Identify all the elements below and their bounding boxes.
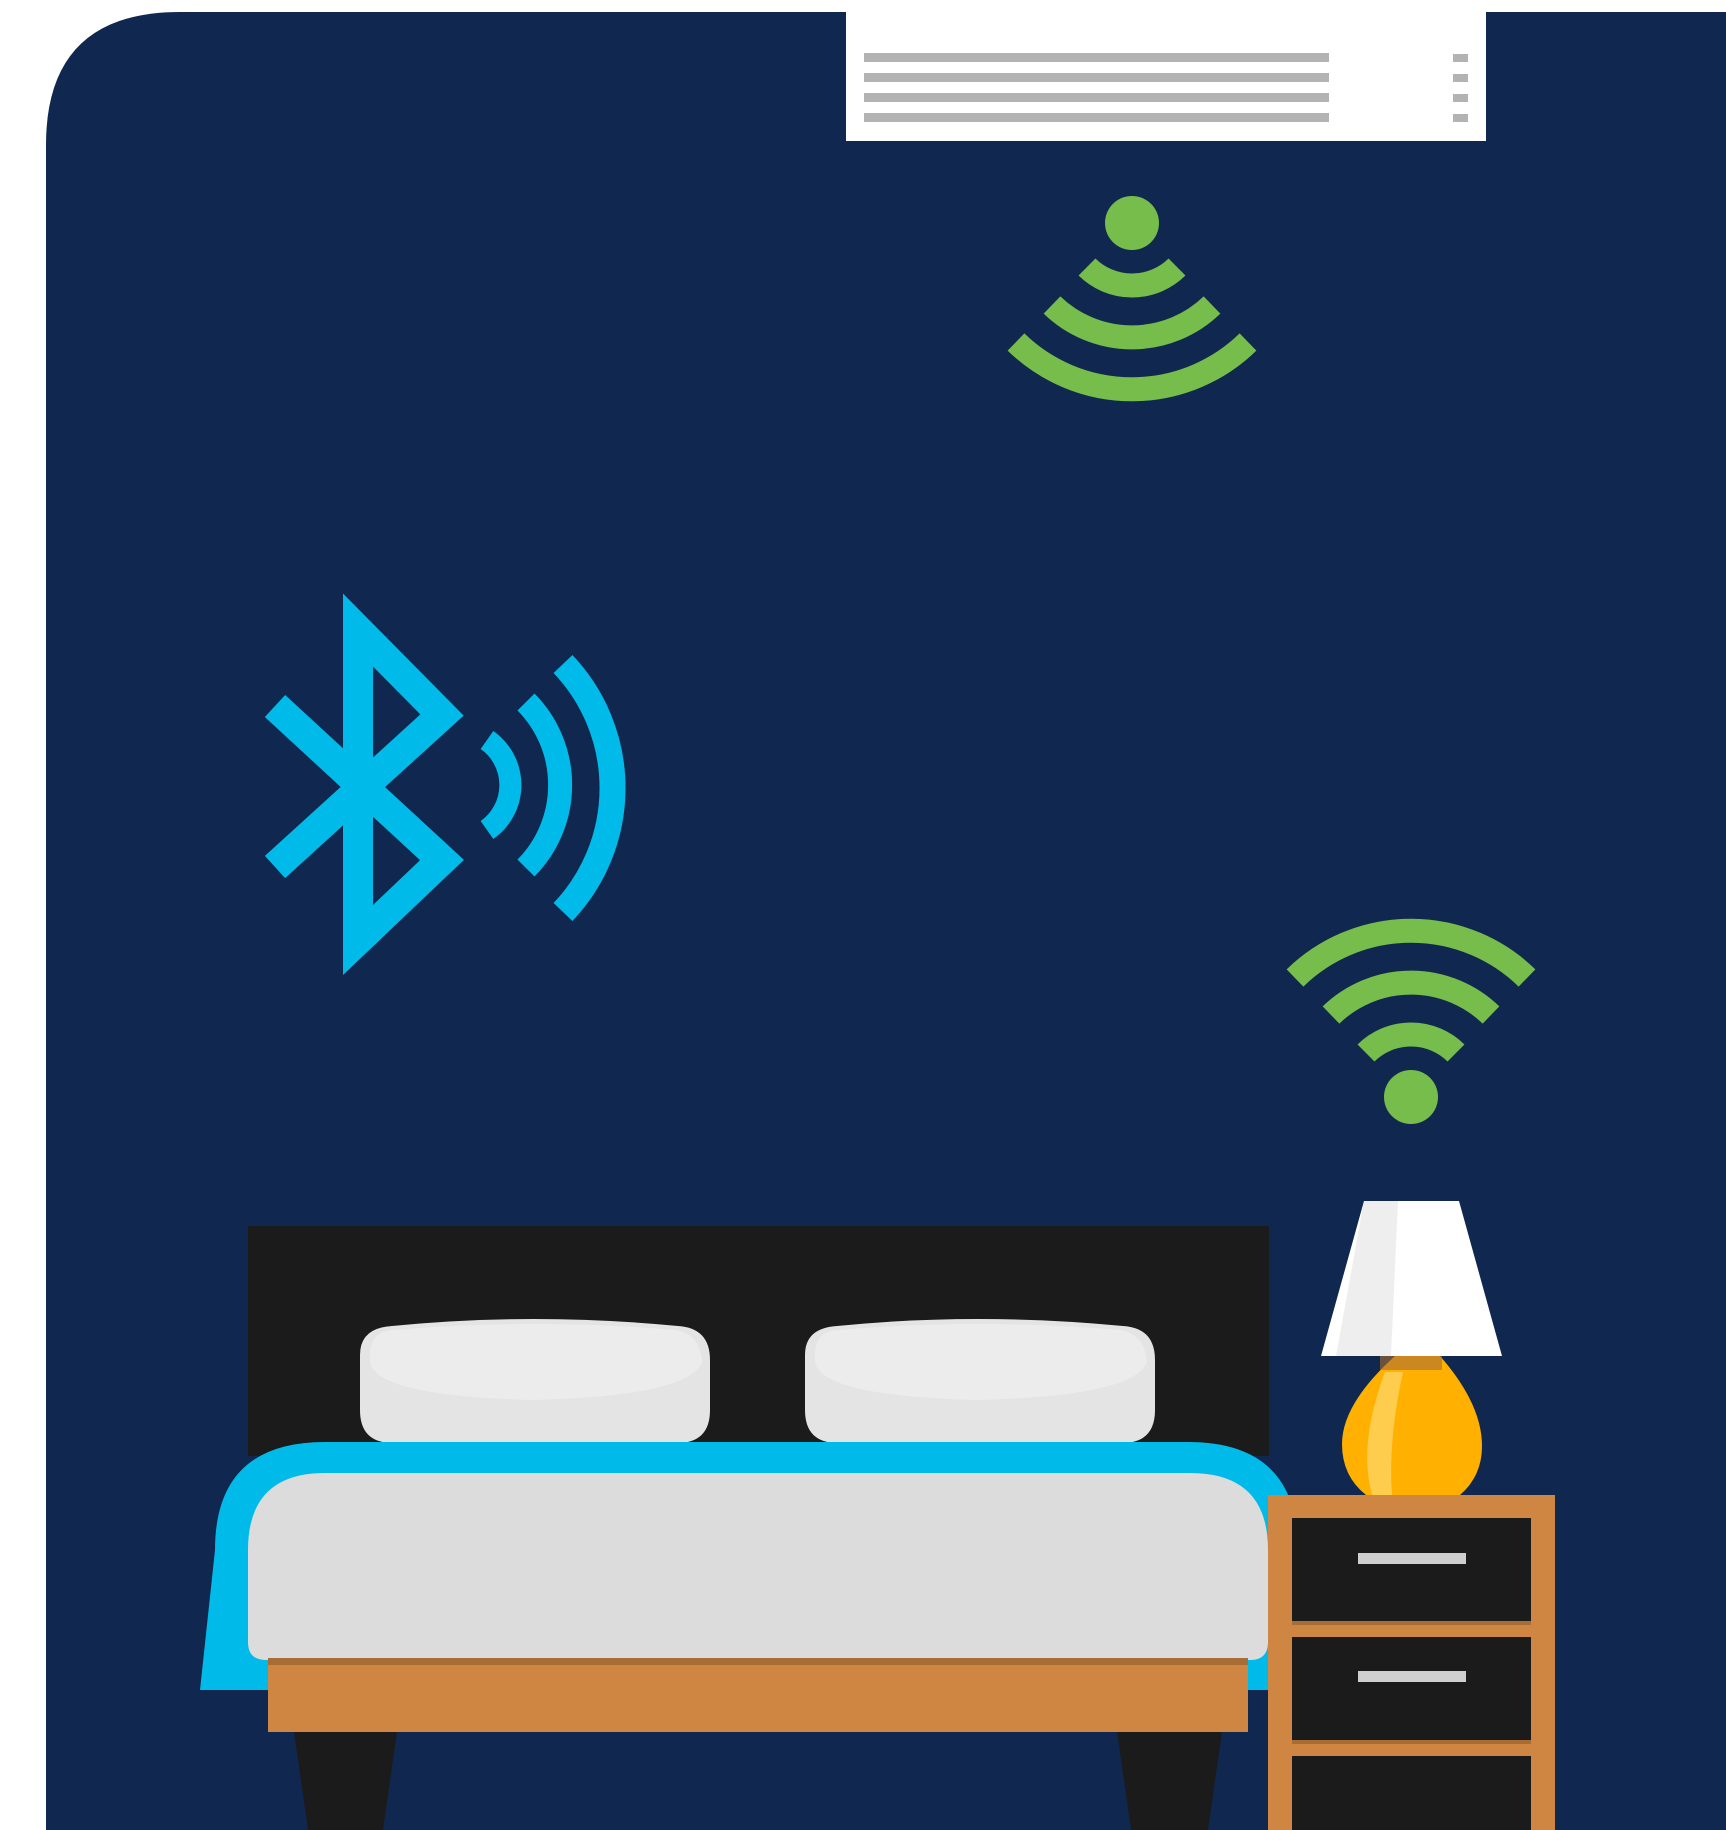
pillow: [805, 1319, 1155, 1443]
smart-bedroom-illustration: [0, 0, 1726, 1830]
bed-leg-right: [1117, 1732, 1222, 1830]
drawer-handle: [1358, 1671, 1466, 1682]
mattress: [248, 1473, 1268, 1660]
pillow: [360, 1319, 710, 1443]
drawer-top: [1292, 1518, 1531, 1621]
drawer-bottom: [1292, 1637, 1531, 1740]
drawer-handle: [1358, 1553, 1466, 1564]
bed-frame: [268, 1658, 1248, 1732]
nightstand: [1268, 1495, 1555, 1830]
bed-frame-edge: [268, 1658, 1248, 1665]
scene-canvas: [46, 8, 1726, 1830]
air-conditioner: [846, 8, 1486, 141]
bed-leg-left: [294, 1732, 397, 1830]
